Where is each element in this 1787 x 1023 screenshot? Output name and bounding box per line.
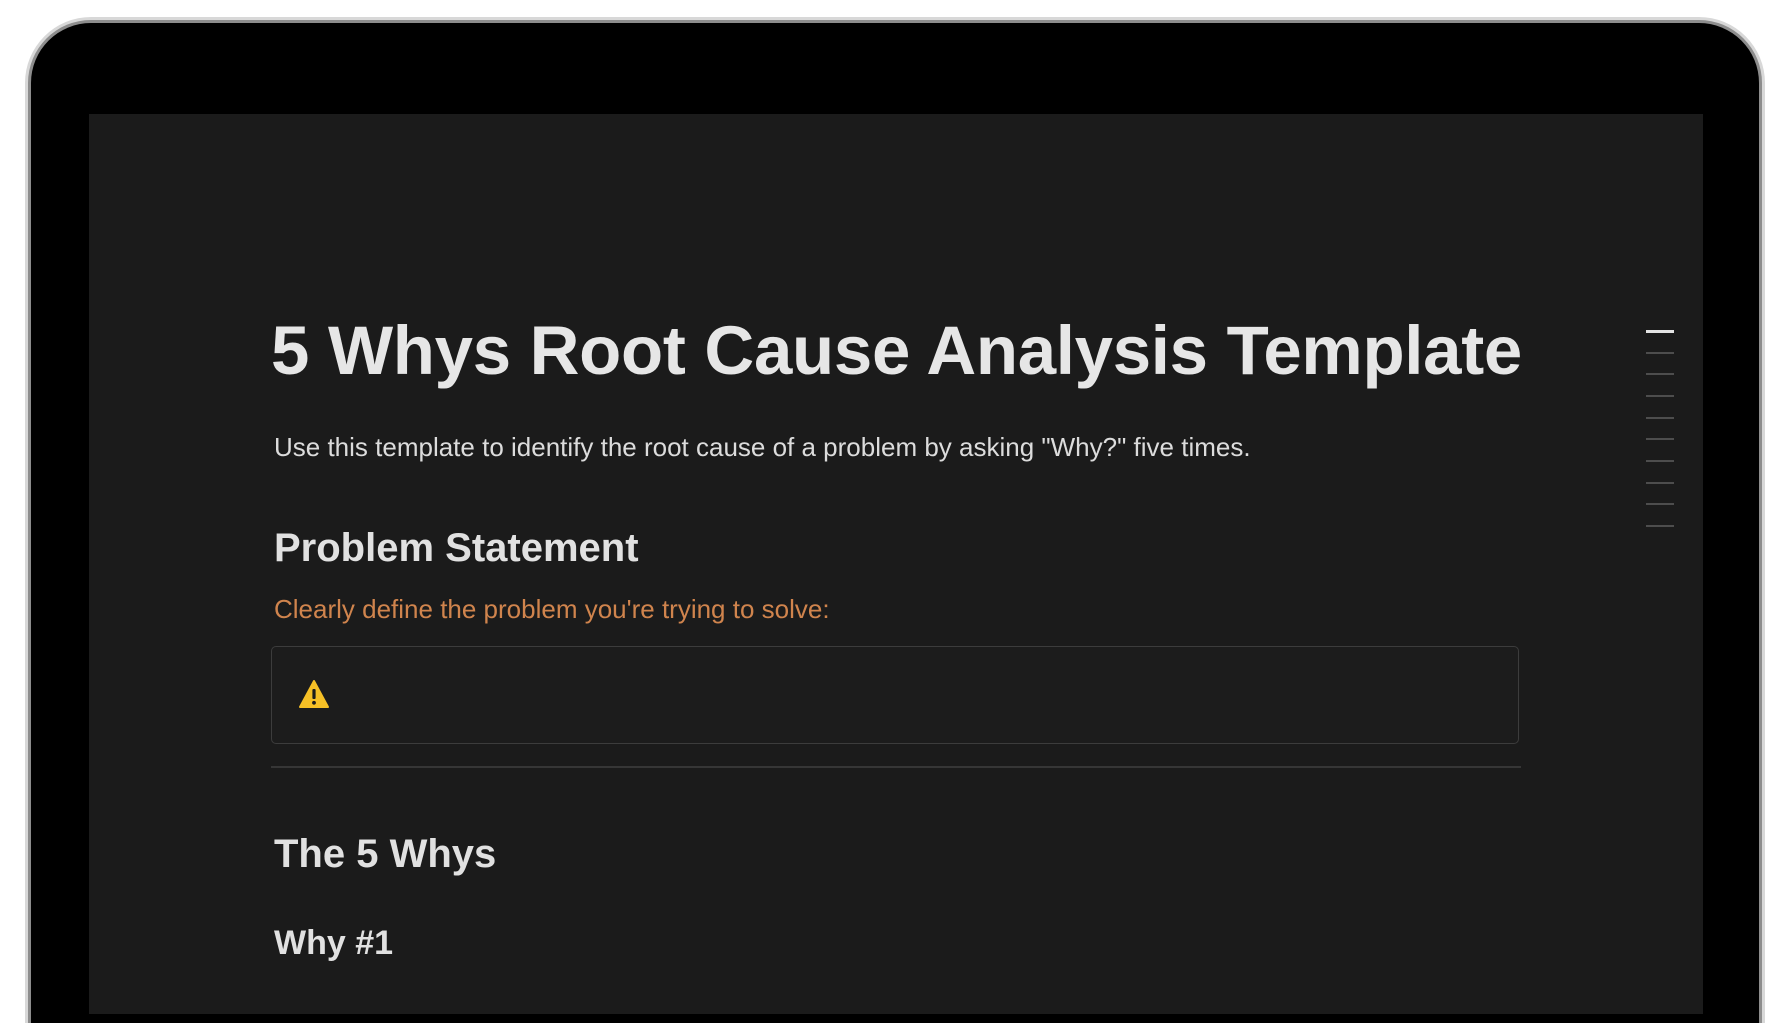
- outline-item[interactable]: [1646, 438, 1674, 440]
- outline-item[interactable]: [1646, 460, 1674, 462]
- outline-item[interactable]: [1646, 395, 1674, 397]
- outline-item[interactable]: [1646, 482, 1674, 484]
- section-divider: [271, 766, 1521, 768]
- app-screen: 5 Whys Root Cause Analysis Template Use …: [89, 114, 1703, 1014]
- problem-statement-callout[interactable]: [271, 646, 1519, 744]
- outline-item[interactable]: [1646, 417, 1674, 419]
- problem-prompt[interactable]: Clearly define the problem you're trying…: [274, 594, 830, 625]
- laptop-frame: 5 Whys Root Cause Analysis Template Use …: [31, 23, 1759, 1023]
- outline-item[interactable]: [1646, 525, 1674, 527]
- outline-item[interactable]: [1646, 352, 1674, 354]
- outline-item[interactable]: [1646, 330, 1674, 333]
- outline-item[interactable]: [1646, 373, 1674, 375]
- outline-item[interactable]: [1646, 503, 1674, 505]
- heading-why-1[interactable]: Why #1: [274, 924, 393, 963]
- intro-text[interactable]: Use this template to identify the root c…: [274, 432, 1251, 463]
- warning-icon: [299, 680, 329, 708]
- heading-the-5-whys[interactable]: The 5 Whys: [274, 832, 496, 877]
- page-title[interactable]: 5 Whys Root Cause Analysis Template: [271, 311, 1522, 390]
- heading-problem-statement[interactable]: Problem Statement: [274, 526, 639, 571]
